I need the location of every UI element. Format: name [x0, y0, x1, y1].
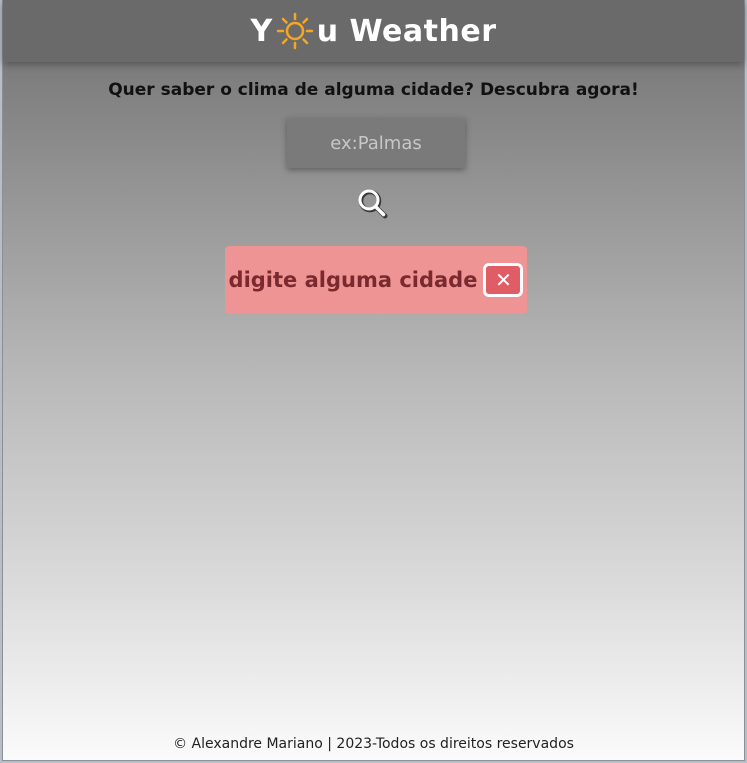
search-icon [358, 189, 388, 219]
brand-suffix: u Weather [316, 13, 497, 49]
city-search-input[interactable] [287, 118, 465, 168]
brand-prefix: Y [250, 13, 273, 49]
sun-icon [276, 12, 313, 50]
brand-logo: Y u Weather [251, 11, 497, 51]
search-button[interactable] [355, 186, 391, 222]
footer: © Alexandre Mariano | 2023-Todos os dire… [173, 736, 574, 752]
app-window: Y u Weather Quer saber o clima de alguma… [2, 0, 745, 761]
header: Y u Weather [3, 0, 744, 62]
alert-message: digite alguma cidade [228, 268, 478, 292]
error-alert: digite alguma cidade ✕ [225, 246, 527, 314]
close-alert-button[interactable]: ✕ [483, 263, 524, 297]
close-icon: ✕ [495, 268, 512, 292]
tagline: Quer saber o clima de alguma cidade? Des… [108, 80, 639, 100]
